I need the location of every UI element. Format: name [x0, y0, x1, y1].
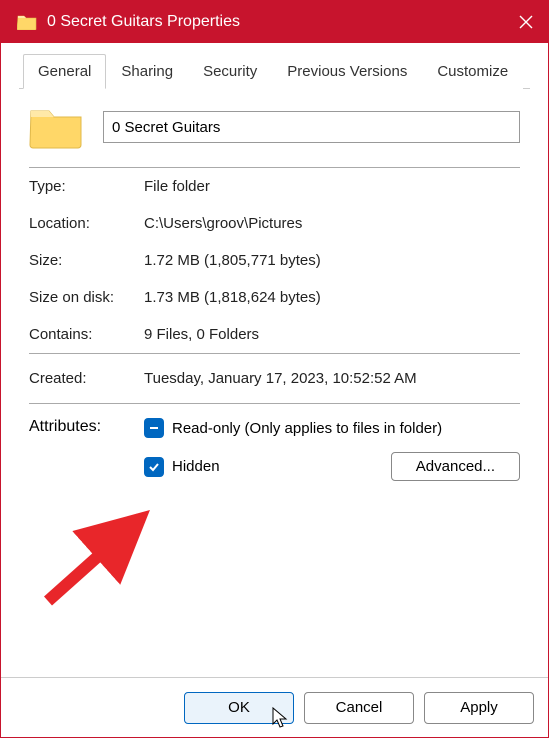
tab-security[interactable]: Security — [188, 54, 272, 89]
size-value: 1.72 MB (1,805,771 bytes) — [144, 252, 520, 269]
type-value: File folder — [144, 178, 520, 195]
location-value: C:\Users\groov\Pictures — [144, 215, 520, 232]
type-label: Type: — [29, 178, 144, 195]
tab-customize[interactable]: Customize — [422, 54, 523, 89]
check-icon — [148, 461, 160, 473]
tab-sharing[interactable]: Sharing — [106, 54, 188, 89]
hidden-label: Hidden — [172, 458, 220, 475]
window-title: 0 Secret Guitars Properties — [47, 13, 504, 31]
sizeondisk-label: Size on disk: — [29, 289, 144, 306]
created-value: Tuesday, January 17, 2023, 10:52:52 AM — [144, 370, 520, 387]
close-icon — [519, 15, 533, 29]
tab-content: Type: File folder Location: C:\Users\gro… — [19, 89, 530, 485]
tab-bar: General Sharing Security Previous Versio… — [19, 53, 530, 89]
close-button[interactable] — [504, 1, 548, 43]
hidden-checkbox[interactable] — [144, 457, 164, 477]
size-label: Size: — [29, 252, 144, 269]
folder-name-input[interactable] — [103, 111, 520, 143]
folder-icon — [17, 14, 37, 30]
window-body: General Sharing Security Previous Versio… — [1, 43, 548, 485]
indeterminate-icon — [148, 422, 160, 434]
contains-value: 9 Files, 0 Folders — [144, 326, 520, 343]
folder-large-icon — [29, 105, 83, 149]
hidden-checkbox-row[interactable]: Hidden Advanced... — [144, 448, 520, 485]
button-bar: OK Cancel Apply — [1, 677, 548, 737]
ok-button[interactable]: OK — [184, 692, 294, 724]
advanced-button[interactable]: Advanced... — [391, 452, 520, 481]
tab-general[interactable]: General — [23, 54, 106, 89]
readonly-label: Read-only (Only applies to files in fold… — [172, 420, 442, 437]
readonly-checkbox[interactable] — [144, 418, 164, 438]
readonly-checkbox-row[interactable]: Read-only (Only applies to files in fold… — [144, 414, 520, 442]
tab-previous-versions[interactable]: Previous Versions — [272, 54, 422, 89]
cancel-button[interactable]: Cancel — [304, 692, 414, 724]
properties-window: 0 Secret Guitars Properties General Shar… — [0, 0, 549, 738]
attributes-label: Attributes: — [29, 414, 144, 485]
sizeondisk-value: 1.73 MB (1,818,624 bytes) — [144, 289, 520, 306]
annotation-arrow — [36, 473, 176, 613]
contains-label: Contains: — [29, 326, 144, 343]
titlebar[interactable]: 0 Secret Guitars Properties — [1, 1, 548, 43]
apply-button[interactable]: Apply — [424, 692, 534, 724]
location-label: Location: — [29, 215, 144, 232]
created-label: Created: — [29, 370, 144, 387]
